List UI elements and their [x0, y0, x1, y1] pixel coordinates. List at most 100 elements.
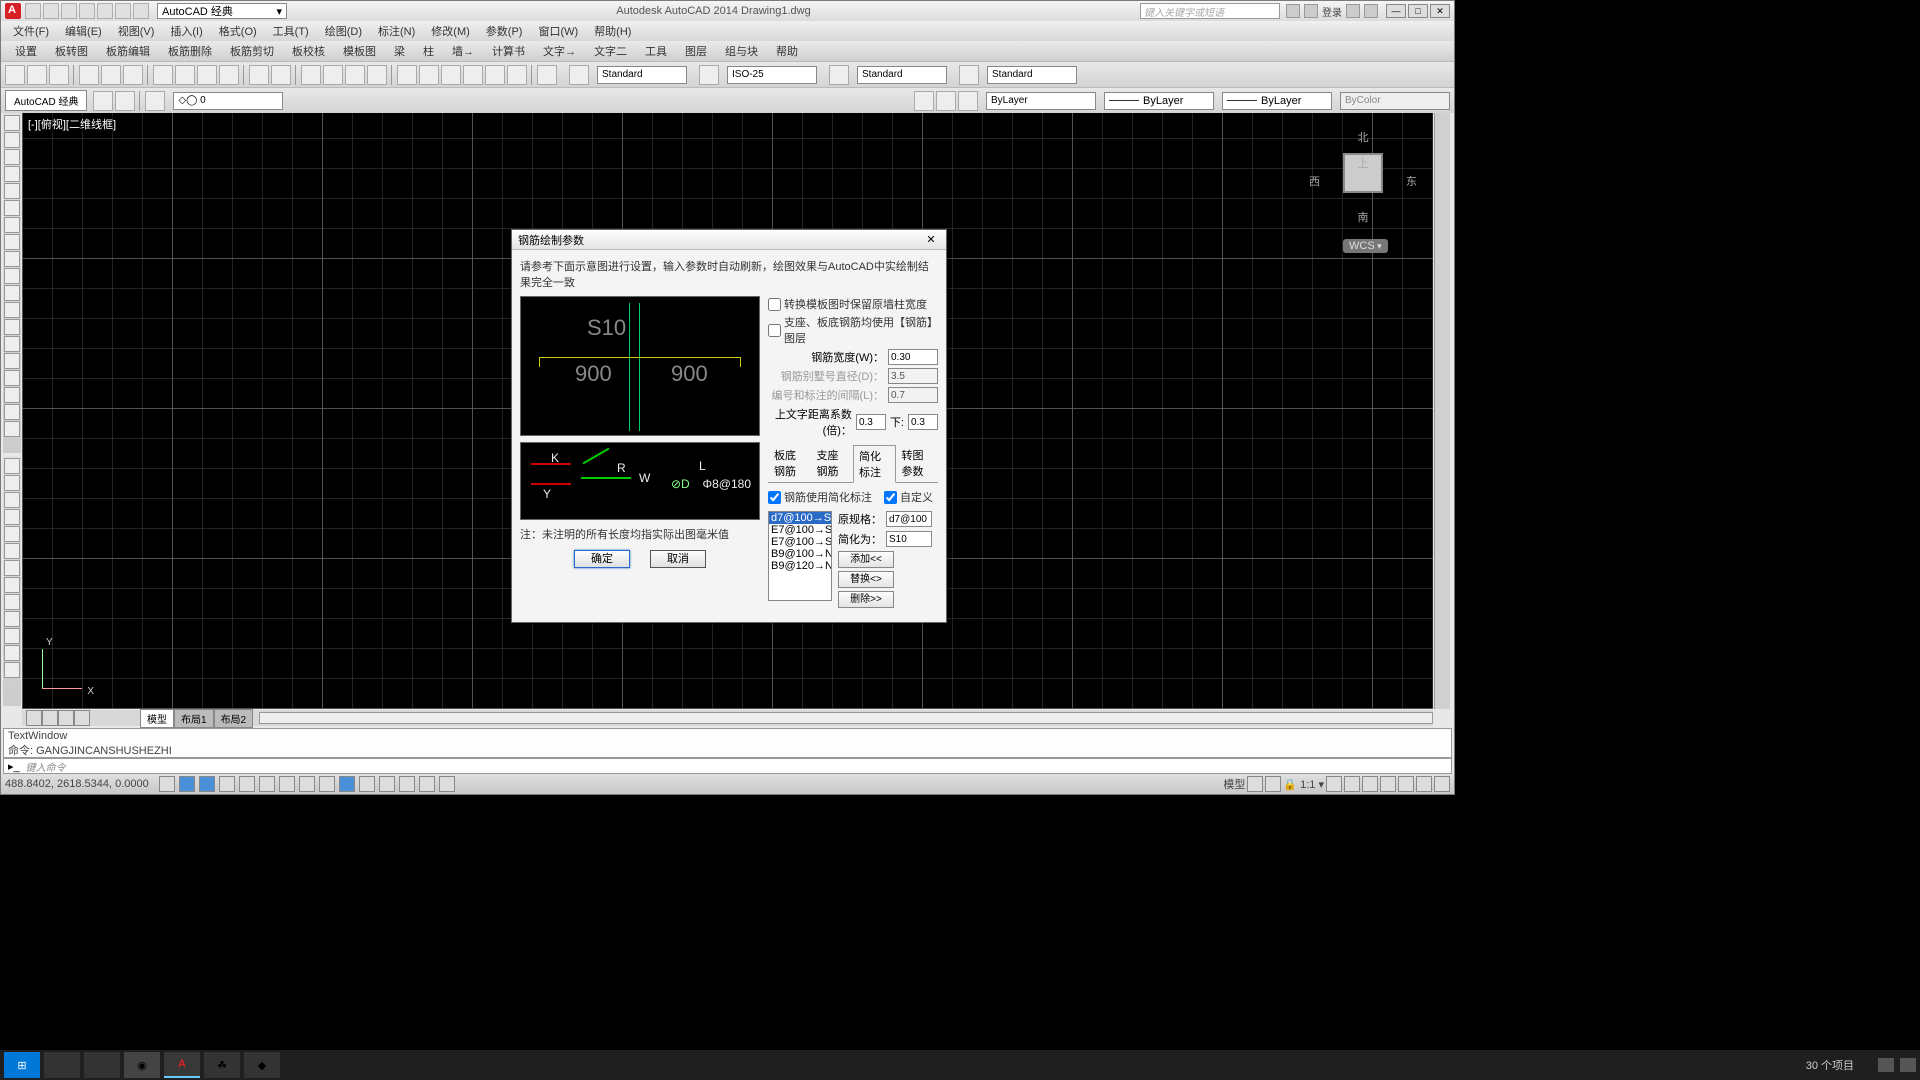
text-style-dropdown[interactable]: Standard — [597, 66, 687, 84]
checkbox-custom[interactable]: 自定义 — [884, 489, 933, 505]
draw-rect-icon[interactable] — [4, 526, 20, 542]
tb-liso-icon[interactable] — [936, 91, 956, 111]
sb-qv-icon[interactable] — [1265, 776, 1281, 792]
sb-ortho-icon[interactable] — [219, 776, 235, 792]
list-item[interactable]: B9@100→N10 — [769, 548, 831, 560]
lt-icon[interactable] — [4, 302, 20, 318]
ml-style-dropdown[interactable]: Standard — [987, 66, 1077, 84]
factor-up-input[interactable] — [856, 414, 886, 430]
pm-calc[interactable]: 计算书 — [484, 41, 533, 61]
tb-match-icon[interactable] — [219, 65, 239, 85]
width-input[interactable] — [888, 349, 938, 365]
draw-table-icon[interactable] — [4, 628, 20, 644]
app-icon[interactable]: ◉ — [124, 1052, 160, 1078]
tb-lprev-icon[interactable] — [958, 91, 978, 111]
tray-icon[interactable] — [1878, 1058, 1894, 1072]
vertical-scrollbar[interactable] — [1434, 113, 1450, 709]
sb-sc-icon[interactable] — [419, 776, 435, 792]
sb-3dosnap-icon[interactable] — [279, 776, 295, 792]
lt-icon[interactable] — [4, 404, 20, 420]
viewcube-north[interactable]: 北 — [1313, 129, 1413, 145]
sb-annscale-icon[interactable] — [1326, 776, 1342, 792]
viewcube[interactable]: 北 西 东 南 上 WCS ▾ — [1313, 123, 1413, 253]
lineweight-dropdown[interactable]: ByLayer — [1222, 92, 1332, 110]
scroll-next-icon[interactable] — [58, 710, 74, 726]
tab-layout2[interactable]: 布局2 — [214, 709, 254, 728]
checkbox-use-rebar-layer[interactable]: 支座、板底钢筋均使用【钢筋】图层 — [768, 314, 938, 346]
sb-snap-icon[interactable] — [179, 776, 195, 792]
sb-lwt-icon[interactable] — [359, 776, 375, 792]
sb-ws-icon[interactable] — [1362, 776, 1378, 792]
sb-iso-icon[interactable] — [1416, 776, 1432, 792]
tb-lstate-icon[interactable] — [914, 91, 934, 111]
cancel-button[interactable]: 取消 — [650, 550, 706, 568]
draw-arc-icon[interactable] — [4, 509, 20, 525]
menu-dim[interactable]: 标注(N) — [370, 21, 423, 41]
sb-dyn-icon[interactable] — [339, 776, 355, 792]
coordinates[interactable]: 488.8402, 2618.5344, 0.0000 — [5, 778, 155, 790]
lt-icon[interactable] — [4, 268, 20, 284]
pm-check[interactable]: 板校核 — [284, 41, 333, 61]
pm-beam[interactable]: 梁 — [386, 41, 413, 61]
sb-am-icon[interactable] — [439, 776, 455, 792]
tb-paste-icon[interactable] — [197, 65, 217, 85]
tab-layout1[interactable]: 布局1 — [174, 709, 214, 728]
delete-button[interactable]: 删除>> — [838, 591, 894, 608]
sb-hw-icon[interactable] — [1398, 776, 1414, 792]
sb-trans-icon[interactable] — [379, 776, 395, 792]
menu-help[interactable]: 帮助(H) — [586, 21, 639, 41]
lt-icon[interactable] — [4, 234, 20, 250]
pm-group[interactable]: 组与块 — [717, 41, 766, 61]
menu-insert[interactable]: 插入(I) — [162, 21, 210, 41]
tab-bottom-rebar[interactable]: 板底钢筋 — [768, 444, 811, 482]
pm-wall[interactable]: 墙→ — [444, 41, 482, 61]
list-item[interactable]: E7@100→S10 — [769, 524, 831, 536]
help-icon[interactable] — [1364, 4, 1378, 18]
taskview-icon[interactable] — [44, 1052, 80, 1078]
simp-input[interactable] — [886, 531, 932, 547]
workspace-label[interactable]: AutoCAD 经典 — [5, 90, 87, 111]
draw-point-icon[interactable] — [4, 577, 20, 593]
start-button[interactable]: ⊞ — [4, 1052, 40, 1078]
dialog-close-button[interactable]: ✕ — [922, 233, 940, 246]
lt-icon[interactable] — [4, 336, 20, 352]
lt-icon[interactable] — [4, 166, 20, 182]
minimize-button[interactable]: — — [1386, 4, 1406, 18]
tab-support-rebar[interactable]: 支座钢筋 — [811, 444, 854, 482]
sb-osnap-icon[interactable] — [259, 776, 275, 792]
draw-circle-icon[interactable] — [4, 492, 20, 508]
autocad-taskbar-icon[interactable]: A — [164, 1052, 200, 1078]
tb-tp-icon[interactable] — [441, 65, 461, 85]
tb-textstyle-icon[interactable] — [569, 65, 589, 85]
sb-model-label[interactable]: 模型 — [1223, 776, 1245, 792]
viewcube-face[interactable]: 上 — [1343, 153, 1383, 193]
replace-button[interactable]: 替换<> — [838, 571, 894, 588]
tb-redo-icon[interactable] — [271, 65, 291, 85]
menu-tools[interactable]: 工具(T) — [265, 21, 317, 41]
menu-file[interactable]: 文件(F) — [5, 21, 57, 41]
draw-line-icon[interactable] — [4, 458, 20, 474]
tb-new-icon[interactable] — [5, 65, 25, 85]
search-input[interactable]: 键入关键字或短语 — [1140, 3, 1280, 19]
lt-icon[interactable] — [4, 183, 20, 199]
sb-otrack-icon[interactable] — [299, 776, 315, 792]
tb-publish-icon[interactable] — [123, 65, 143, 85]
menu-modify[interactable]: 修改(M) — [423, 21, 478, 41]
menu-view[interactable]: 视图(V) — [110, 21, 163, 41]
sb-polar-icon[interactable] — [239, 776, 255, 792]
sb-grid-icon[interactable] — [199, 776, 215, 792]
lt-icon[interactable] — [4, 149, 20, 165]
tb-gear2-icon[interactable] — [115, 91, 135, 111]
lt-icon[interactable] — [4, 115, 20, 131]
tb-prop-icon[interactable] — [397, 65, 417, 85]
draw-ellipse-icon[interactable] — [4, 543, 20, 559]
pm-text2[interactable]: 文字二 — [586, 41, 635, 61]
redo-icon[interactable] — [133, 3, 149, 19]
lt-icon[interactable] — [4, 370, 20, 386]
list-item[interactable]: E7@100→S10 — [769, 536, 831, 548]
lt-icon[interactable] — [4, 319, 20, 335]
pm-edit-rebar[interactable]: 板筋编辑 — [98, 41, 158, 61]
tb-gear-icon[interactable] — [93, 91, 113, 111]
calculator-icon[interactable] — [84, 1052, 120, 1078]
pm-tools[interactable]: 工具 — [637, 41, 675, 61]
